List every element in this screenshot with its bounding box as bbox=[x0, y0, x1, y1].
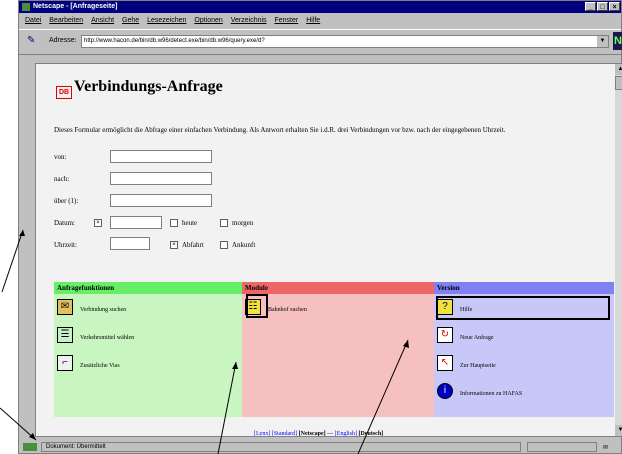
netscape-logo: N bbox=[613, 32, 622, 50]
menu-bar: Datei Bearbeiten Ansicht Gehe Lesezeiche… bbox=[19, 15, 621, 27]
label-uhrzeit: Uhrzeit: bbox=[54, 241, 77, 249]
item-label: Verbindung suchen bbox=[80, 307, 127, 313]
browser-window: Netscape - [Anfrageseite] _ □ × Datei Be… bbox=[18, 0, 622, 454]
maximize-button[interactable]: □ bbox=[597, 2, 608, 11]
ankunft-label: Ankunft bbox=[232, 241, 256, 249]
mail-icon[interactable]: ✉ bbox=[603, 442, 617, 452]
vertical-scrollbar[interactable]: ▲ ▼ bbox=[615, 64, 622, 436]
db-logo: DB bbox=[56, 86, 72, 99]
datum-input[interactable] bbox=[110, 216, 162, 229]
address-input[interactable]: http://www.hacon.de/bin/db.w96/detect.ex… bbox=[81, 35, 609, 48]
link-deutsch: [Deutsch] bbox=[358, 431, 384, 437]
menu-datei[interactable]: Datei bbox=[25, 17, 41, 24]
label-ueber: über (1): bbox=[54, 197, 79, 205]
scroll-down-button[interactable]: ▼ bbox=[615, 425, 622, 436]
menu-gehe[interactable]: Gehe bbox=[122, 17, 139, 24]
panel-anfragefunktionen: Anfragefunktionen ✉ Verbindung suchen ☰ … bbox=[54, 282, 242, 417]
title-bar: Netscape - [Anfrageseite] _ □ × bbox=[19, 1, 621, 13]
scroll-thumb[interactable] bbox=[615, 76, 622, 90]
security-key-icon bbox=[23, 443, 37, 451]
abfahrt-label: Abfahrt bbox=[182, 241, 204, 249]
page-content: ▲ ▼ DB Verbindungs-Anfrage Dieses Formul… bbox=[35, 63, 622, 437]
datum-radio[interactable]: × bbox=[94, 219, 102, 227]
morgen-checkbox[interactable] bbox=[220, 219, 228, 227]
info-icon: i bbox=[437, 383, 453, 399]
item-label: Neue Anfrage bbox=[460, 335, 494, 341]
highlight-box bbox=[436, 296, 610, 320]
link-netscape: [Netscape] bbox=[298, 431, 326, 437]
nach-input[interactable] bbox=[110, 172, 212, 185]
progress-bar bbox=[527, 442, 597, 452]
panel-header-version: Version bbox=[434, 282, 614, 294]
footer-separator: --- bbox=[327, 431, 334, 437]
footer-links: [Lynx] [Standard] [Netscape] --- [Englis… bbox=[254, 431, 384, 437]
label-datum: Datum: bbox=[54, 219, 75, 227]
label-nach: nach: bbox=[54, 175, 70, 183]
panel-header-anfrage: Anfragefunktionen bbox=[54, 282, 242, 294]
uhrzeit-input[interactable] bbox=[110, 237, 150, 250]
link-standard[interactable]: [Standard] bbox=[272, 431, 297, 436]
ueber-input[interactable] bbox=[110, 194, 212, 207]
status-text: Dokument: Übermittelt bbox=[41, 442, 521, 452]
menu-fenster[interactable]: Fenster bbox=[275, 17, 299, 24]
menu-ansicht[interactable]: Ansicht bbox=[91, 17, 114, 24]
menu-verzeichnis[interactable]: Verzeichnis bbox=[231, 17, 267, 24]
scroll-up-button[interactable]: ▲ bbox=[615, 64, 622, 75]
panel-module: Module ☷ Bahnhof suchen bbox=[242, 282, 434, 417]
item-informationen-hafas[interactable]: i Informationen zu HAFAS bbox=[434, 380, 614, 406]
menu-hilfe[interactable]: Hilfe bbox=[306, 17, 320, 24]
panel-version: Version ? Hilfe ↻ Neue Anfrage ↖ Zur Hau… bbox=[434, 282, 614, 417]
home-arrow-icon: ↖ bbox=[437, 355, 453, 371]
abfahrt-checkbox[interactable]: × bbox=[170, 241, 178, 249]
close-button[interactable]: × bbox=[609, 2, 620, 11]
route-icon: ⌐ bbox=[57, 355, 73, 371]
address-label: Adresse: bbox=[49, 37, 77, 44]
item-zur-hauptseite[interactable]: ↖ Zur Hauptseite bbox=[434, 352, 614, 378]
item-neue-anfrage[interactable]: ↻ Neue Anfrage bbox=[434, 324, 614, 350]
status-bar: Dokument: Übermittelt ✉ bbox=[19, 441, 621, 453]
bookmark-icon[interactable]: ✎ bbox=[27, 36, 37, 46]
menu-optionen[interactable]: Optionen bbox=[194, 17, 222, 24]
item-label: Bahnhof suchen bbox=[268, 307, 307, 313]
item-verbindung-suchen[interactable]: ✉ Verbindung suchen bbox=[54, 296, 242, 322]
window-title: Netscape - [Anfrageseite] bbox=[33, 3, 118, 10]
morgen-label: morgen bbox=[232, 219, 254, 227]
intro-text: Dieses Formular ermöglicht die Abfrage e… bbox=[54, 126, 506, 134]
item-label: Zur Hauptseite bbox=[460, 363, 496, 369]
panel-header-module: Module bbox=[242, 282, 434, 294]
item-label: Informationen zu HAFAS bbox=[460, 391, 523, 397]
heute-checkbox[interactable] bbox=[170, 219, 178, 227]
search-connection-icon: ✉ bbox=[57, 299, 73, 315]
page-title: Verbindungs-Anfrage bbox=[74, 78, 223, 95]
address-url: http://www.hacon.de/bin/db.w96/detect.ex… bbox=[84, 38, 265, 44]
link-lynx[interactable]: [Lynx] bbox=[254, 431, 270, 436]
highlight-box bbox=[246, 294, 268, 318]
item-verkehrsmittel[interactable]: ☰ Verkehrsmittel wählen bbox=[54, 324, 242, 350]
menu-lesezeichen[interactable]: Lesezeichen bbox=[147, 17, 186, 24]
item-zusaetzliche-vias[interactable]: ⌐ Zusätzliche Vias bbox=[54, 352, 242, 378]
address-bar: ✎ Adresse: http://www.hacon.de/bin/db.w9… bbox=[19, 29, 622, 55]
von-input[interactable] bbox=[110, 150, 212, 163]
link-english[interactable]: [English] bbox=[335, 431, 357, 436]
item-label: Verkehrsmittel wählen bbox=[80, 335, 135, 341]
label-von: von: bbox=[54, 153, 67, 161]
address-dropdown-button[interactable]: ▼ bbox=[597, 36, 608, 47]
ankunft-checkbox[interactable] bbox=[220, 241, 228, 249]
netscape-icon bbox=[22, 3, 30, 11]
list-icon: ☰ bbox=[57, 327, 73, 343]
item-label: Zusätzliche Vias bbox=[80, 363, 120, 369]
reload-icon: ↻ bbox=[437, 327, 453, 343]
minimize-button[interactable]: _ bbox=[585, 2, 596, 11]
menu-bearbeiten[interactable]: Bearbeiten bbox=[49, 17, 83, 24]
item-bahnhof-suchen[interactable]: ☷ Bahnhof suchen bbox=[242, 296, 434, 322]
heute-label: heute bbox=[182, 219, 198, 227]
